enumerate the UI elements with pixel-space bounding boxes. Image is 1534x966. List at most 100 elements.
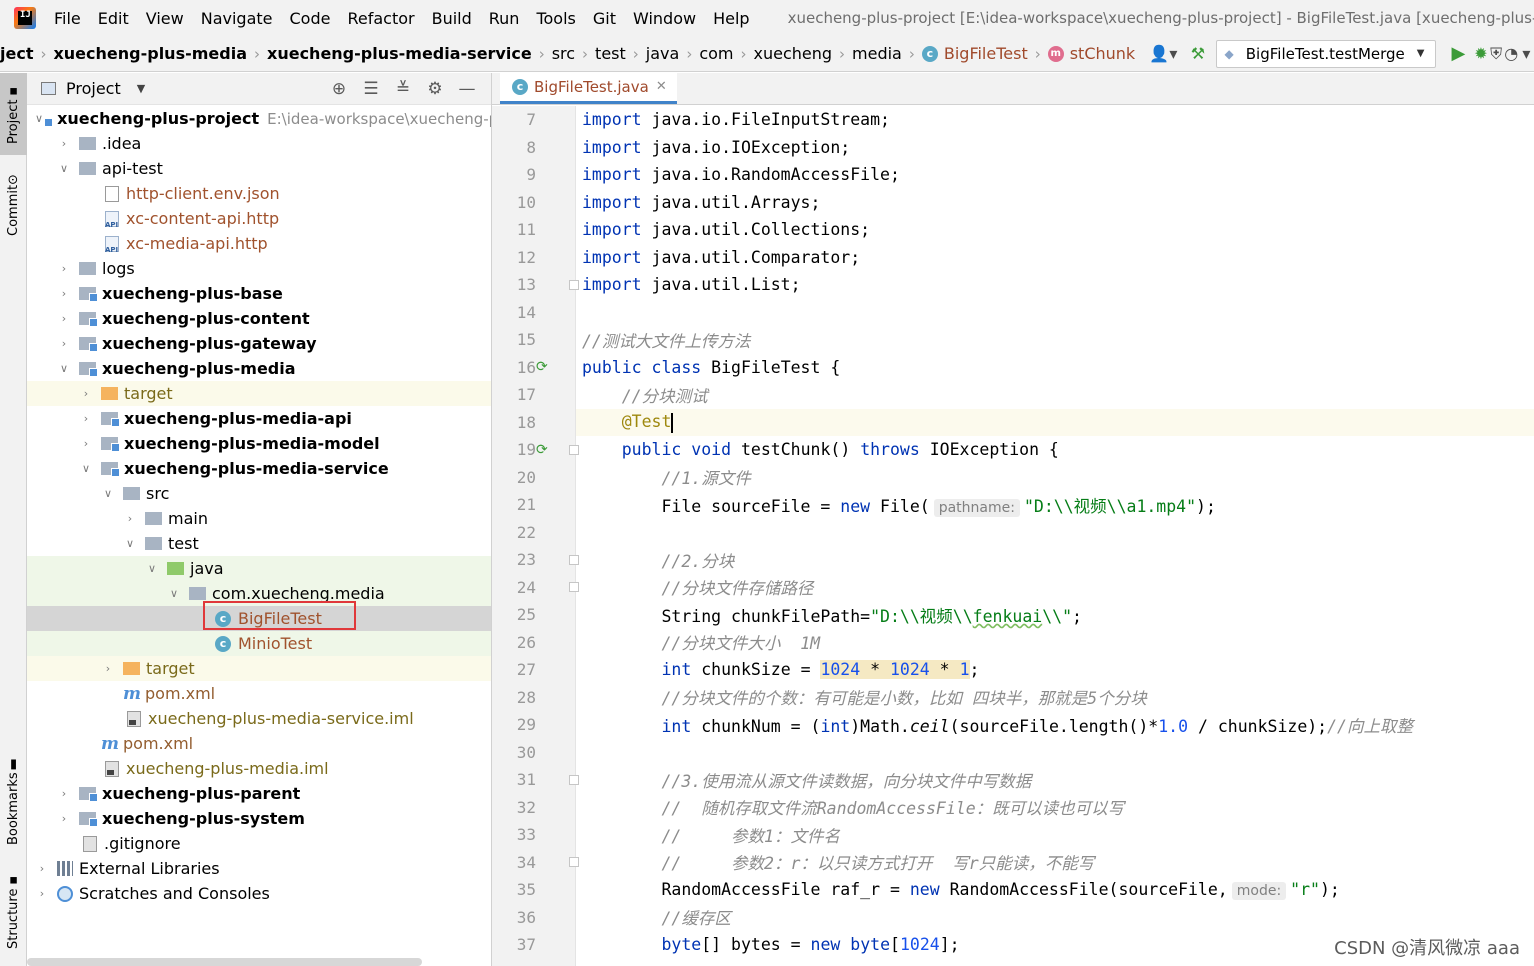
expand-all-icon[interactable]: ☰ xyxy=(355,79,387,99)
menu-edit[interactable]: Edit xyxy=(98,9,129,28)
user-icon[interactable]: 👤▾ xyxy=(1149,41,1177,67)
tool-tab-project[interactable]: Project ▪ xyxy=(0,73,27,155)
breadcrumb-class[interactable]: c BigFileTest xyxy=(921,44,1028,63)
code-comment: //3.使用流从源文件读数据，向分块文件中写数据 xyxy=(661,771,1032,791)
locate-target-icon[interactable]: ⊕ xyxy=(323,79,355,99)
tree-item-service-target[interactable]: › target xyxy=(27,656,491,681)
menu-view[interactable]: View xyxy=(146,9,184,28)
code-editor: c BigFileTest.java ✕ 7 import java.io.Fil… xyxy=(492,73,1534,966)
tree-item-miniotest[interactable]: c MinioTest xyxy=(27,631,491,656)
menu-build[interactable]: Build xyxy=(432,9,472,28)
code-comment: //2.分块 xyxy=(661,551,735,571)
line-number: 24 xyxy=(516,577,536,597)
tree-item-media-iml[interactable]: xuecheng-plus-media.iml xyxy=(27,756,491,781)
tree-item-media-target[interactable]: › target xyxy=(27,381,491,406)
tree-item-media-api[interactable]: › xuecheng-plus-media-api xyxy=(27,406,491,431)
fold-marker-icon[interactable] xyxy=(569,774,579,785)
tree-item-main[interactable]: › main xyxy=(27,506,491,531)
fold-marker-icon[interactable] xyxy=(569,444,579,455)
breadcrumb-xuecheng[interactable]: xuecheng xyxy=(753,44,832,63)
menu-window[interactable]: Window xyxy=(633,9,696,28)
breadcrumb-java[interactable]: java xyxy=(646,44,680,63)
run-configuration-label: BigFileTest.testMerge xyxy=(1245,44,1405,63)
breadcrumb-src[interactable]: src xyxy=(552,44,575,63)
tree-item-logs[interactable]: › logs xyxy=(27,256,491,281)
tree-item-system[interactable]: › xuecheng-plus-system xyxy=(27,806,491,831)
tree-item-media-pom[interactable]: m pom.xml xyxy=(27,731,491,756)
chevron-right-icon: › xyxy=(83,437,89,450)
tree-item-label: Scratches and Consoles xyxy=(79,884,270,903)
tool-tab-commit[interactable]: Commit ⊙ xyxy=(0,165,27,245)
debug-bug-icon[interactable]: ✹ xyxy=(1473,41,1488,67)
fold-marker-icon[interactable] xyxy=(569,279,579,290)
tree-item-http-client-env[interactable]: http-client.env.json xyxy=(27,181,491,206)
breadcrumb-media[interactable]: media xyxy=(852,44,902,63)
tree-item-scratches[interactable]: › Scratches and Consoles xyxy=(27,881,491,906)
editor-tab-bigfiletest[interactable]: c BigFileTest.java ✕ xyxy=(500,73,677,104)
coverage-icon[interactable]: ⛨ xyxy=(1489,41,1504,67)
gear-icon[interactable]: ⚙ xyxy=(419,79,451,99)
hide-panel-icon[interactable]: — xyxy=(451,79,483,99)
tree-item-idea[interactable]: › .idea xyxy=(27,131,491,156)
code-comment: //分块文件存储路径 xyxy=(661,579,814,599)
menu-refactor[interactable]: Refactor xyxy=(347,9,414,28)
run-test-gutter-icon[interactable]: ⟳ xyxy=(536,442,548,458)
menu-code[interactable]: Code xyxy=(290,9,331,28)
tree-item-media[interactable]: ∨ xuecheng-plus-media xyxy=(27,356,491,381)
menu-help[interactable]: Help xyxy=(713,9,749,28)
more-chevron-icon[interactable]: ▾ xyxy=(1519,41,1534,67)
fold-marker-icon[interactable] xyxy=(569,857,579,868)
run-test-gutter-icon[interactable]: ⟳ xyxy=(536,359,548,375)
build-hammer-icon[interactable]: ⚒ xyxy=(1190,41,1205,67)
breadcrumb-media-module[interactable]: xuecheng-plus-media xyxy=(53,44,247,63)
breadcrumb-method[interactable]: m stChunk xyxy=(1047,44,1135,63)
excluded-folder-icon xyxy=(101,387,118,400)
tree-item-gateway[interactable]: › xuecheng-plus-gateway xyxy=(27,331,491,356)
tree-item-test[interactable]: ∨ test xyxy=(27,531,491,556)
left-tool-strip: Project ▪ Commit ⊙ Bookmarks ▮ Structure… xyxy=(0,73,27,966)
breadcrumb-test[interactable]: test xyxy=(595,44,626,63)
tree-item-service-pom[interactable]: m pom.xml xyxy=(27,681,491,706)
code-area[interactable]: 7 import java.io.FileInputStream; 8 import… xyxy=(517,106,1534,959)
tree-item-java[interactable]: ∨ java xyxy=(27,556,491,581)
horizontal-scrollbar[interactable] xyxy=(27,958,422,966)
fold-marker-icon[interactable] xyxy=(569,582,579,593)
menu-tools[interactable]: Tools xyxy=(536,9,575,28)
fold-marker-icon[interactable] xyxy=(569,554,579,565)
json-file-icon xyxy=(105,185,119,202)
keyword: import xyxy=(582,165,642,185)
tree-item-parent[interactable]: › xuecheng-plus-parent xyxy=(27,781,491,806)
run-icon[interactable]: ▶ xyxy=(1452,43,1466,64)
menu-navigate[interactable]: Navigate xyxy=(201,9,273,28)
code-number: 1 xyxy=(959,660,970,680)
tree-item-content-http[interactable]: xc-content-api.http xyxy=(27,206,491,231)
menu-run[interactable]: Run xyxy=(489,9,520,28)
run-configuration-selector[interactable]: ◆ BigFileTest.testMerge ▼ xyxy=(1215,39,1436,68)
project-view-selector[interactable]: Project ▼ xyxy=(41,79,145,98)
tree-item-external-libraries[interactable]: › External Libraries xyxy=(27,856,491,881)
chevron-down-icon: ▼ xyxy=(136,82,146,95)
close-icon[interactable]: ✕ xyxy=(656,79,667,94)
tool-tab-bookmarks[interactable]: Bookmarks ▮ xyxy=(0,753,27,849)
tree-item-project-root[interactable]: ∨ xuecheng-plus-project E:\idea-workspace\… xyxy=(27,106,491,131)
profiler-icon[interactable]: ◔ xyxy=(1504,41,1519,67)
tree-item-media-model[interactable]: › xuecheng-plus-media-model xyxy=(27,431,491,456)
breadcrumb-com[interactable]: com xyxy=(699,44,733,63)
tree-item-src[interactable]: ∨ src xyxy=(27,481,491,506)
code-text: String chunkFilePath= xyxy=(661,606,871,626)
tree-item-media-service[interactable]: ∨ xuecheng-plus-media-service xyxy=(27,456,491,481)
tree-item-media-http[interactable]: xc-media-api.http xyxy=(27,231,491,256)
breadcrumb-project[interactable]: ject xyxy=(0,44,33,63)
tree-item-gitignore[interactable]: .gitignore xyxy=(27,831,491,856)
tree-item-api-test[interactable]: ∨ api-test xyxy=(27,156,491,181)
breadcrumb-media-service[interactable]: xuecheng-plus-media-service xyxy=(267,44,532,63)
menu-file[interactable]: File xyxy=(54,9,81,28)
collapse-all-icon[interactable]: ≚ xyxy=(387,79,419,99)
tree-item-content[interactable]: › xuecheng-plus-content xyxy=(27,306,491,331)
keyword: class xyxy=(651,357,702,377)
menu-git[interactable]: Git xyxy=(593,9,616,28)
tree-item-service-iml[interactable]: xuecheng-plus-media-service.iml xyxy=(27,706,491,731)
tool-tab-structure[interactable]: Structure ▪ xyxy=(0,869,27,953)
tree-item-base[interactable]: › xuecheng-plus-base xyxy=(27,281,491,306)
project-panel-header: Project ▼ ⊕ ☰ ≚ ⚙ — xyxy=(27,73,491,105)
